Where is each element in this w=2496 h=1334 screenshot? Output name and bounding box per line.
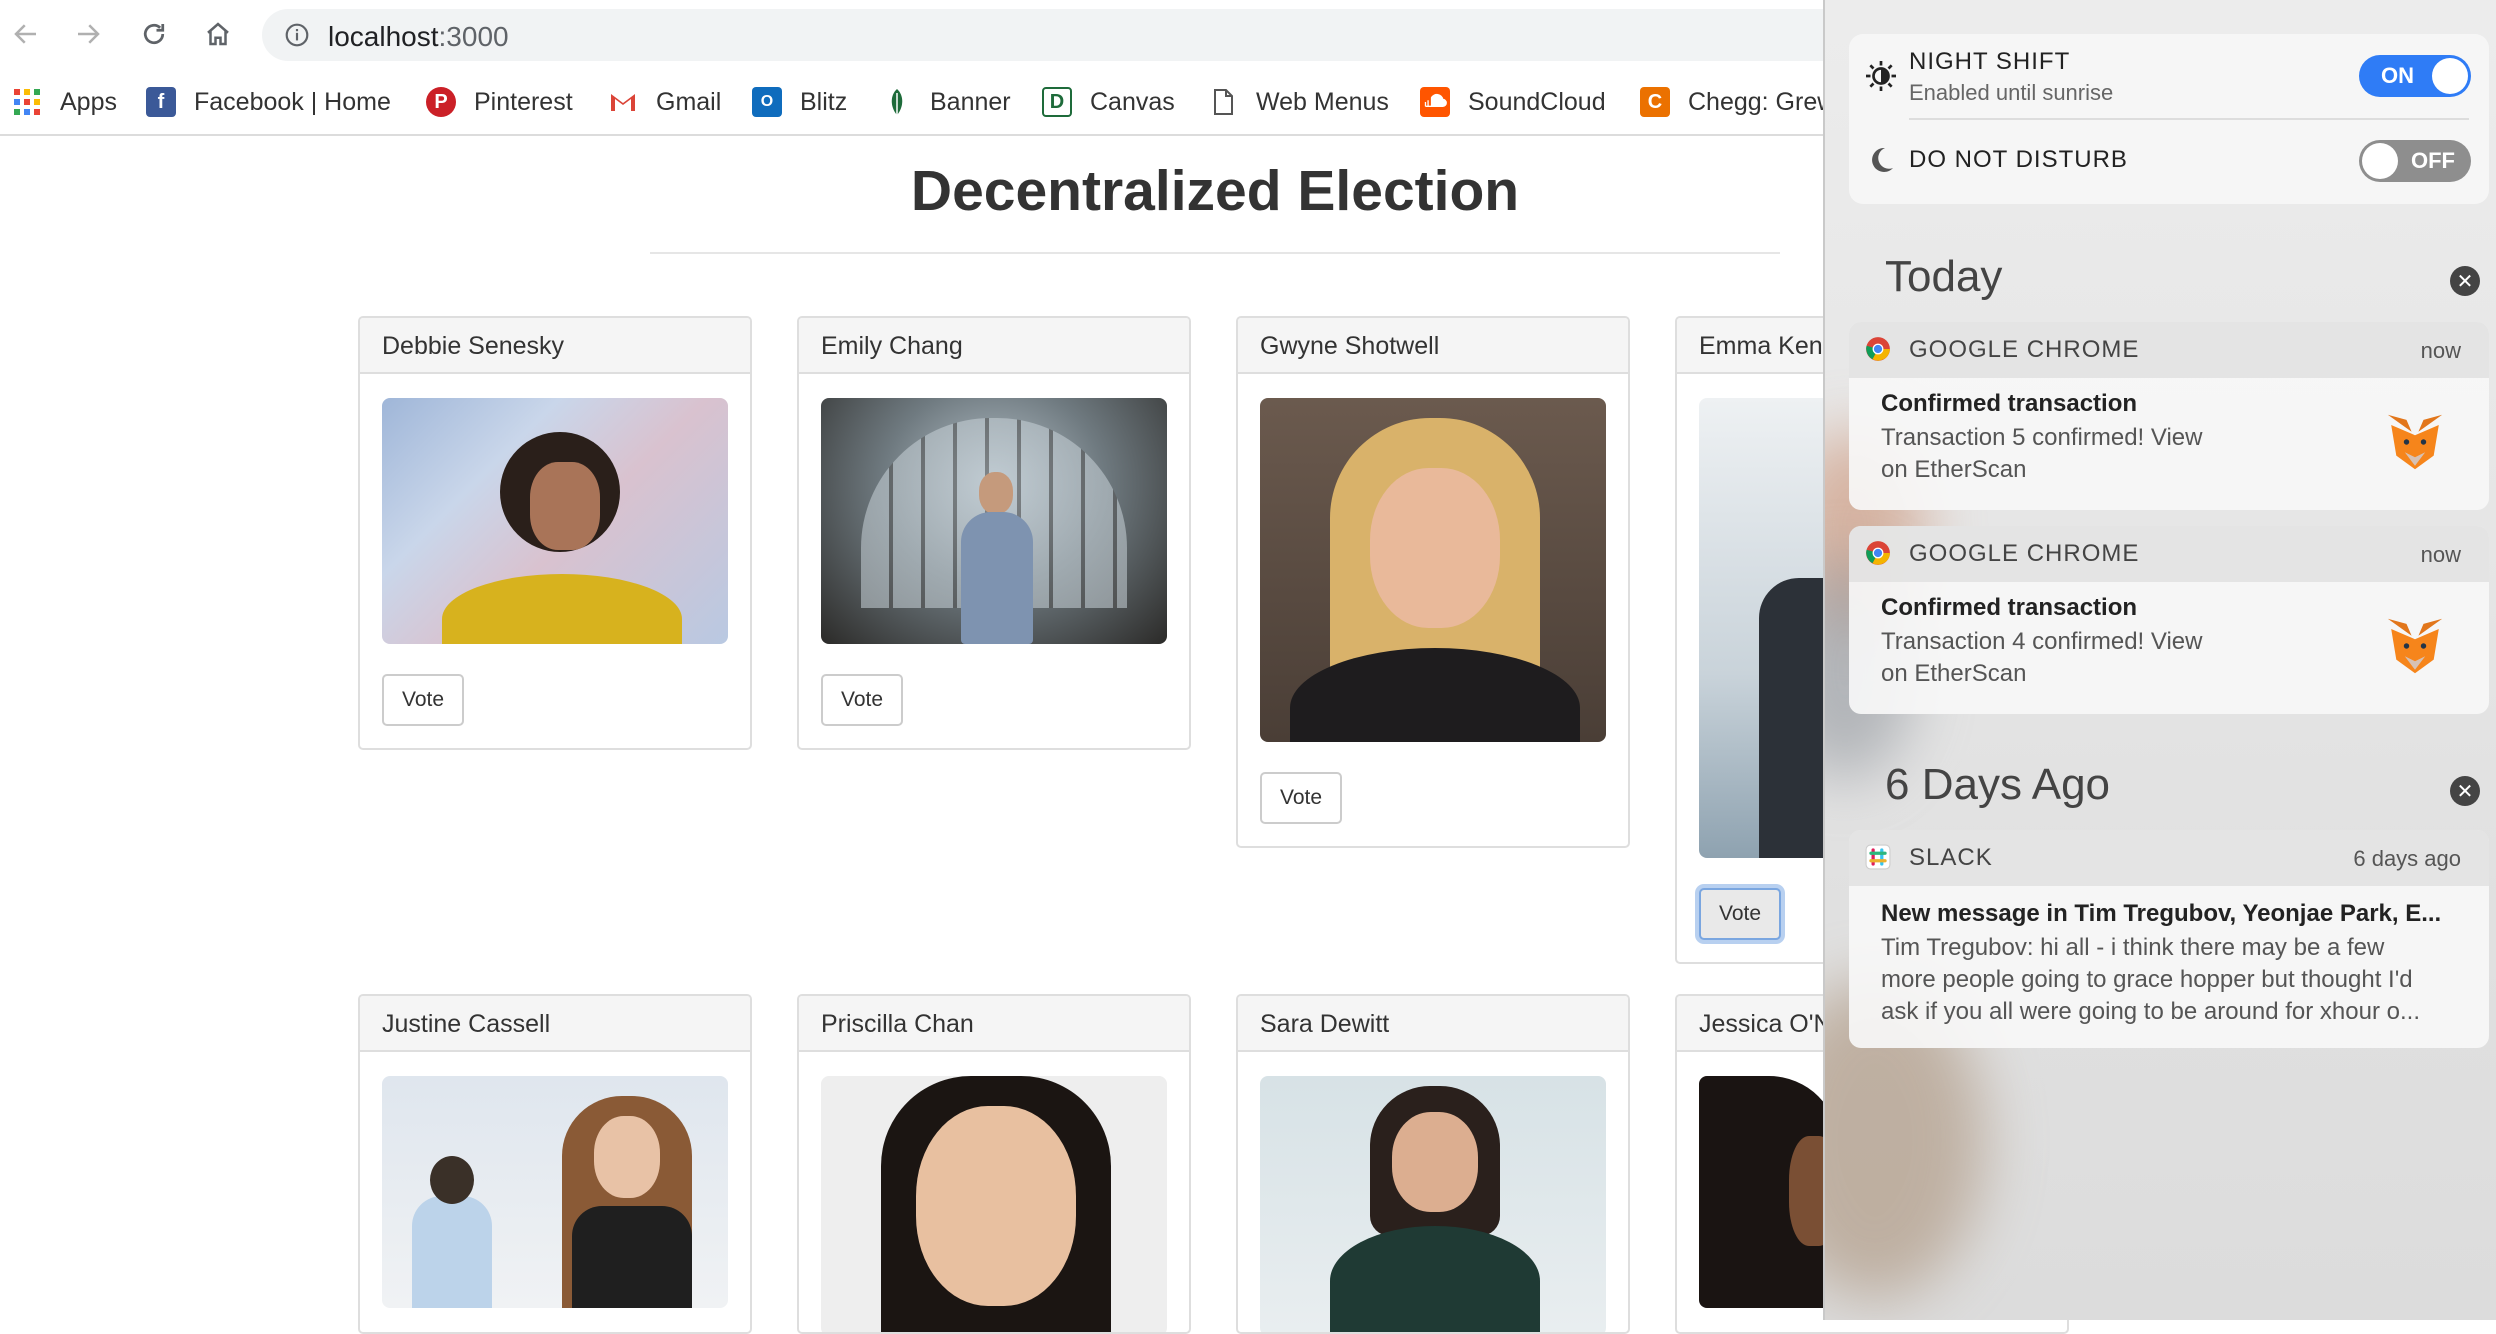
info-icon[interactable] (284, 22, 310, 48)
candidate-photo (821, 1076, 1167, 1332)
candidate-card: Debbie Senesky Vote (358, 316, 752, 750)
apps-grid-icon (12, 87, 42, 117)
chrome-icon (1866, 337, 1890, 361)
notification-center: NIGHT SHIFT Enabled until sunrise ON DO … (1823, 0, 2496, 1320)
notification-time: 6 days ago (2353, 846, 2461, 871)
metamask-fox-icon (2387, 618, 2443, 674)
bookmark-chegg[interactable]: C Chegg: Grew (1640, 84, 1835, 120)
pinterest-icon: P (426, 87, 456, 117)
vote-button[interactable]: Vote (1699, 888, 1782, 940)
notification-title: New message in Tim Tregubov, Yeonjae Par… (1881, 900, 2442, 927)
forward-button[interactable] (68, 14, 108, 54)
candidate-card: Justine Cassell (358, 994, 752, 1334)
chegg-icon: C (1640, 87, 1670, 117)
bookmark-web-menus[interactable]: Web Menus (1208, 84, 1389, 120)
notification-app: GOOGLE CHROME (1909, 540, 2140, 567)
candidate-card: Priscilla Chan (797, 994, 1191, 1334)
night-shift-toggle[interactable]: ON (2359, 55, 2471, 97)
page-title: Decentralized Election (910, 159, 1520, 223)
notification-line: ask if you all were going to be around f… (1881, 998, 2420, 1025)
chrome-icon (1866, 541, 1890, 565)
notification-card[interactable]: SLACK 6 days ago New message in Tim Treg… (1849, 830, 2489, 1048)
notification-line: Transaction 4 confirmed! View (1881, 628, 2203, 655)
bookmark-soundcloud[interactable]: SoundCloud (1420, 84, 1606, 120)
candidate-card: Emily Chang Vote (797, 316, 1191, 750)
document-icon (1208, 87, 1238, 117)
candidate-name: Priscilla Chan (799, 996, 1189, 1052)
reload-icon (143, 23, 165, 45)
bookmark-canvas[interactable]: D Canvas (1042, 84, 1175, 120)
back-arrow-icon (14, 24, 36, 44)
candidate-card: Gwyne Shotwell Vote (1236, 316, 1630, 848)
notification-line: on EtherScan (1881, 660, 2027, 687)
candidate-photo (382, 398, 728, 644)
moon-icon (1872, 147, 1893, 172)
url-text: localhost:3000 (328, 21, 509, 52)
bookmark-pinterest[interactable]: P Pinterest (426, 84, 573, 120)
bookmark-blitz[interactable]: O Blitz (752, 84, 847, 120)
address-bar[interactable]: localhost:3000 (262, 9, 1862, 61)
notification-line: Transaction 5 confirmed! View (1881, 424, 2203, 451)
clear-today-button[interactable]: ✕ (2450, 266, 2480, 296)
forward-arrow-icon (78, 24, 100, 44)
close-icon: ✕ (2456, 270, 2474, 293)
notification-title: Confirmed transaction (1881, 390, 2138, 417)
notification-line: more people going to grace hopper but th… (1881, 966, 2413, 993)
toggle-panel: NIGHT SHIFT Enabled until sunrise ON DO … (1849, 34, 2489, 204)
do-not-disturb-row: DO NOT DISTURB OFF (1849, 120, 2489, 204)
metamask-fox-icon (2387, 414, 2443, 470)
reload-button[interactable] (134, 14, 174, 54)
candidate-name: Sara Dewitt (1238, 996, 1628, 1052)
notification-app: GOOGLE CHROME (1909, 336, 2140, 363)
home-icon (207, 22, 229, 46)
candidate-photo (1260, 1076, 1606, 1332)
bookmark-apps[interactable]: Apps (12, 84, 117, 120)
back-button[interactable] (6, 14, 46, 54)
bookmark-facebook[interactable]: f Facebook | Home (146, 84, 391, 120)
title-divider (650, 252, 1780, 254)
candidate-name: Justine Cassell (360, 996, 750, 1052)
notification-card[interactable]: GOOGLE CHROME now Confirmed transaction … (1849, 526, 2489, 714)
notification-line: on EtherScan (1881, 456, 2027, 483)
candidate-card: Sara Dewitt (1236, 994, 1630, 1334)
canvas-icon: D (1042, 87, 1072, 117)
home-button[interactable] (198, 14, 238, 54)
candidate-photo (821, 398, 1167, 644)
bookmark-gmail[interactable]: Gmail (608, 84, 721, 120)
do-not-disturb-toggle[interactable]: OFF (2359, 140, 2471, 182)
leaf-icon (882, 87, 912, 117)
candidate-name: Emily Chang (799, 318, 1189, 374)
section-title-today: Today (1885, 252, 2003, 301)
candidate-photo (382, 1076, 728, 1308)
outlook-icon: O (752, 87, 782, 117)
do-not-disturb-label: DO NOT DISTURB (1909, 146, 2128, 173)
night-shift-sub: Enabled until sunrise (1909, 80, 2114, 105)
night-shift-label: NIGHT SHIFT (1909, 48, 2071, 75)
notification-time: now (2420, 542, 2461, 567)
night-shift-icon (1866, 61, 1896, 91)
soundcloud-icon (1420, 87, 1450, 117)
vote-button[interactable]: Vote (1260, 772, 1343, 824)
notification-card[interactable]: GOOGLE CHROME now Confirmed transaction … (1849, 322, 2489, 510)
candidate-name: Gwyne Shotwell (1238, 318, 1628, 374)
night-shift-row: NIGHT SHIFT Enabled until sunrise ON (1849, 34, 2489, 118)
candidate-photo (1260, 398, 1606, 742)
section-title-6-days-ago: 6 Days Ago (1885, 760, 2111, 809)
notification-time: now (2420, 338, 2461, 363)
candidate-name: Debbie Senesky (360, 318, 750, 374)
notification-title: Confirmed transaction (1881, 594, 2138, 621)
gmail-icon (608, 87, 638, 117)
bookmark-banner[interactable]: Banner (882, 84, 1011, 120)
clear-6-days-ago-button[interactable]: ✕ (2450, 776, 2480, 806)
slack-icon (1865, 844, 1891, 870)
vote-button[interactable]: Vote (382, 674, 465, 726)
notification-app: SLACK (1909, 844, 1993, 871)
facebook-icon: f (146, 87, 176, 117)
close-icon: ✕ (2456, 780, 2474, 803)
notification-line: Tim Tregubov: hi all - i think there may… (1881, 934, 2385, 961)
vote-button[interactable]: Vote (821, 674, 904, 726)
